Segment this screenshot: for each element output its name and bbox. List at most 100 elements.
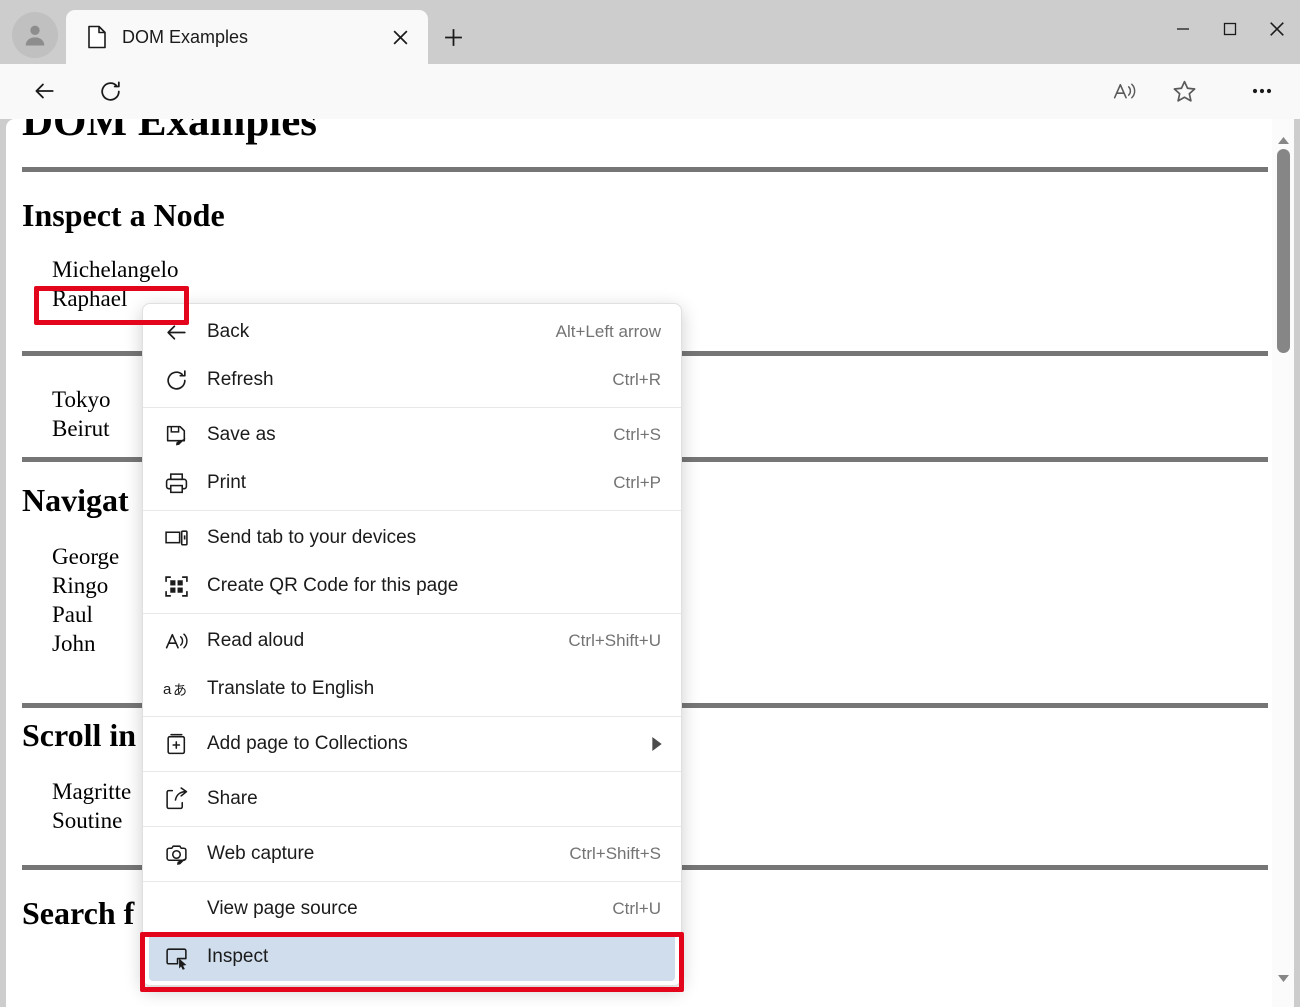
title-bar: DOM Examples: [0, 0, 1300, 64]
menu-item-shortcut: Ctrl+R: [612, 370, 661, 389]
svg-text:あ: あ: [173, 683, 187, 699]
browser-toolbar: https://microsoftedge.github.io/Demos/de…: [0, 64, 1300, 177]
scrollbar-thumb[interactable]: [1277, 149, 1290, 353]
menu-item-view-page-source[interactable]: View page source Ctrl+U: [143, 885, 681, 933]
save-as-icon: [161, 420, 191, 450]
chevron-down-icon: [1277, 974, 1289, 982]
ellipsis-icon: [1252, 88, 1272, 94]
star-icon: [1173, 80, 1195, 102]
minimize-icon: [1176, 28, 1189, 30]
favorites-button[interactable]: [1164, 71, 1204, 111]
list-3: Magritte Soutine: [22, 777, 131, 835]
section-heading-3: Scroll in: [22, 717, 137, 753]
menu-item-label: Back: [207, 321, 250, 342]
scroll-down-button[interactable]: [1272, 963, 1294, 993]
list-item: Paul: [52, 602, 93, 627]
svg-text:a: a: [163, 681, 172, 698]
maximize-icon: [1223, 22, 1236, 36]
menu-item-inspect[interactable]: Inspect: [149, 933, 675, 981]
page-title: DOM Examples: [22, 119, 318, 145]
menu-item-shortcut: Ctrl+S: [613, 425, 661, 444]
menu-item-label: Refresh: [207, 369, 274, 390]
menu-separator: [143, 510, 681, 511]
page-document-icon: [86, 25, 108, 49]
menu-item-shortcut: Ctrl+Shift+U: [568, 631, 661, 650]
section-heading-0: Inspect a Node: [22, 197, 225, 233]
menu-item-refresh[interactable]: Refresh Ctrl+R: [143, 356, 681, 404]
web-capture-icon: [161, 839, 191, 869]
read-aloud-icon: [161, 626, 191, 656]
menu-separator: [143, 881, 681, 882]
close-icon: [393, 30, 407, 44]
menu-item-label: View page source: [207, 898, 358, 919]
menu-separator: [143, 826, 681, 827]
section-heading-4: Search f: [22, 895, 135, 931]
submenu-arrow: [651, 737, 667, 751]
menu-separator: [143, 716, 681, 717]
close-icon: [1269, 22, 1284, 36]
menu-item-create-qr-code[interactable]: Create QR Code for this page: [143, 562, 681, 610]
read-aloud-icon: [1113, 83, 1135, 99]
maximize-button[interactable]: [1206, 0, 1253, 58]
list-item: Beirut: [52, 416, 110, 441]
refresh-button[interactable]: [90, 71, 130, 111]
print-icon: [161, 468, 191, 498]
menu-separator: [143, 613, 681, 614]
close-window-button[interactable]: [1253, 0, 1300, 58]
refresh-icon: [161, 365, 191, 395]
menu-item-send-tab-to-your-devices[interactable]: Send tab to your devices: [143, 514, 681, 562]
menu-item-label: Send tab to your devices: [207, 527, 417, 548]
browser-tab[interactable]: DOM Examples: [66, 10, 428, 64]
minimize-button[interactable]: [1159, 0, 1206, 58]
menu-item-label: Add page to Collections: [207, 733, 408, 754]
close-tab-button[interactable]: [386, 23, 414, 51]
window-controls: [1159, 0, 1300, 58]
settings-and-more-button[interactable]: [1242, 71, 1282, 111]
devices-icon: [161, 523, 191, 553]
list-item: Ringo: [52, 573, 109, 598]
chevron-right-icon: [652, 737, 662, 751]
profile-avatar-icon: [21, 21, 49, 49]
list-2: George Ringo Paul John: [22, 542, 119, 658]
refresh-icon: [100, 80, 120, 101]
share-icon: [161, 784, 191, 814]
list-item: John: [52, 631, 96, 656]
back-arrow-icon: [35, 83, 54, 99]
menu-item-label: Print: [207, 472, 247, 493]
menu-item-print[interactable]: Print Ctrl+P: [143, 459, 681, 507]
collections-add-icon: [161, 729, 191, 759]
menu-item-share[interactable]: Share: [143, 775, 681, 823]
vertical-scrollbar[interactable]: [1272, 119, 1294, 1007]
menu-item-label: Read aloud: [207, 630, 305, 651]
menu-item-label: Translate to English: [207, 678, 375, 699]
menu-item-shortcut: Alt+Left arrow: [555, 322, 661, 341]
list-item: Magritte: [52, 779, 132, 804]
plus-icon: [444, 28, 462, 46]
section-heading-2: Navigat: [22, 482, 129, 518]
context-menu[interactable]: Back Alt+Left arrow Refresh Ctrl+R Save …: [142, 303, 682, 986]
read-aloud-button[interactable]: [1104, 71, 1144, 111]
new-tab-button[interactable]: [436, 20, 470, 54]
menu-item-label: Create QR Code for this page: [207, 575, 459, 596]
menu-item-read-aloud[interactable]: Read aloud Ctrl+Shift+U: [143, 617, 681, 665]
menu-item-shortcut: Ctrl+P: [613, 473, 661, 492]
list-item: Tokyo: [52, 387, 111, 412]
back-button[interactable]: [24, 71, 64, 111]
document-body: DOM Examples Inspect a Node Michelangelo…: [22, 119, 1268, 931]
menu-item-add-page-to-collections[interactable]: Add page to Collections: [143, 720, 681, 768]
tab-title: DOM Examples: [122, 27, 249, 47]
translate-icon: a あ: [161, 674, 191, 704]
menu-separator: [143, 407, 681, 408]
menu-item-save-as[interactable]: Save as Ctrl+S: [143, 411, 681, 459]
menu-item-shortcut: Ctrl+U: [612, 899, 661, 918]
menu-item-shortcut: Ctrl+Shift+S: [569, 844, 661, 863]
menu-item-back[interactable]: Back Alt+Left arrow: [143, 308, 681, 356]
menu-separator: [143, 771, 681, 772]
divider: [22, 167, 1268, 172]
profile-avatar[interactable]: [12, 12, 58, 58]
menu-item-label: Web capture: [207, 843, 315, 864]
list-item: George: [52, 544, 120, 569]
menu-item-translate-to-english[interactable]: a あ Translate to English: [143, 665, 681, 713]
qr-code-icon: [161, 571, 191, 601]
menu-item-web-capture[interactable]: Web capture Ctrl+Shift+S: [143, 830, 681, 878]
